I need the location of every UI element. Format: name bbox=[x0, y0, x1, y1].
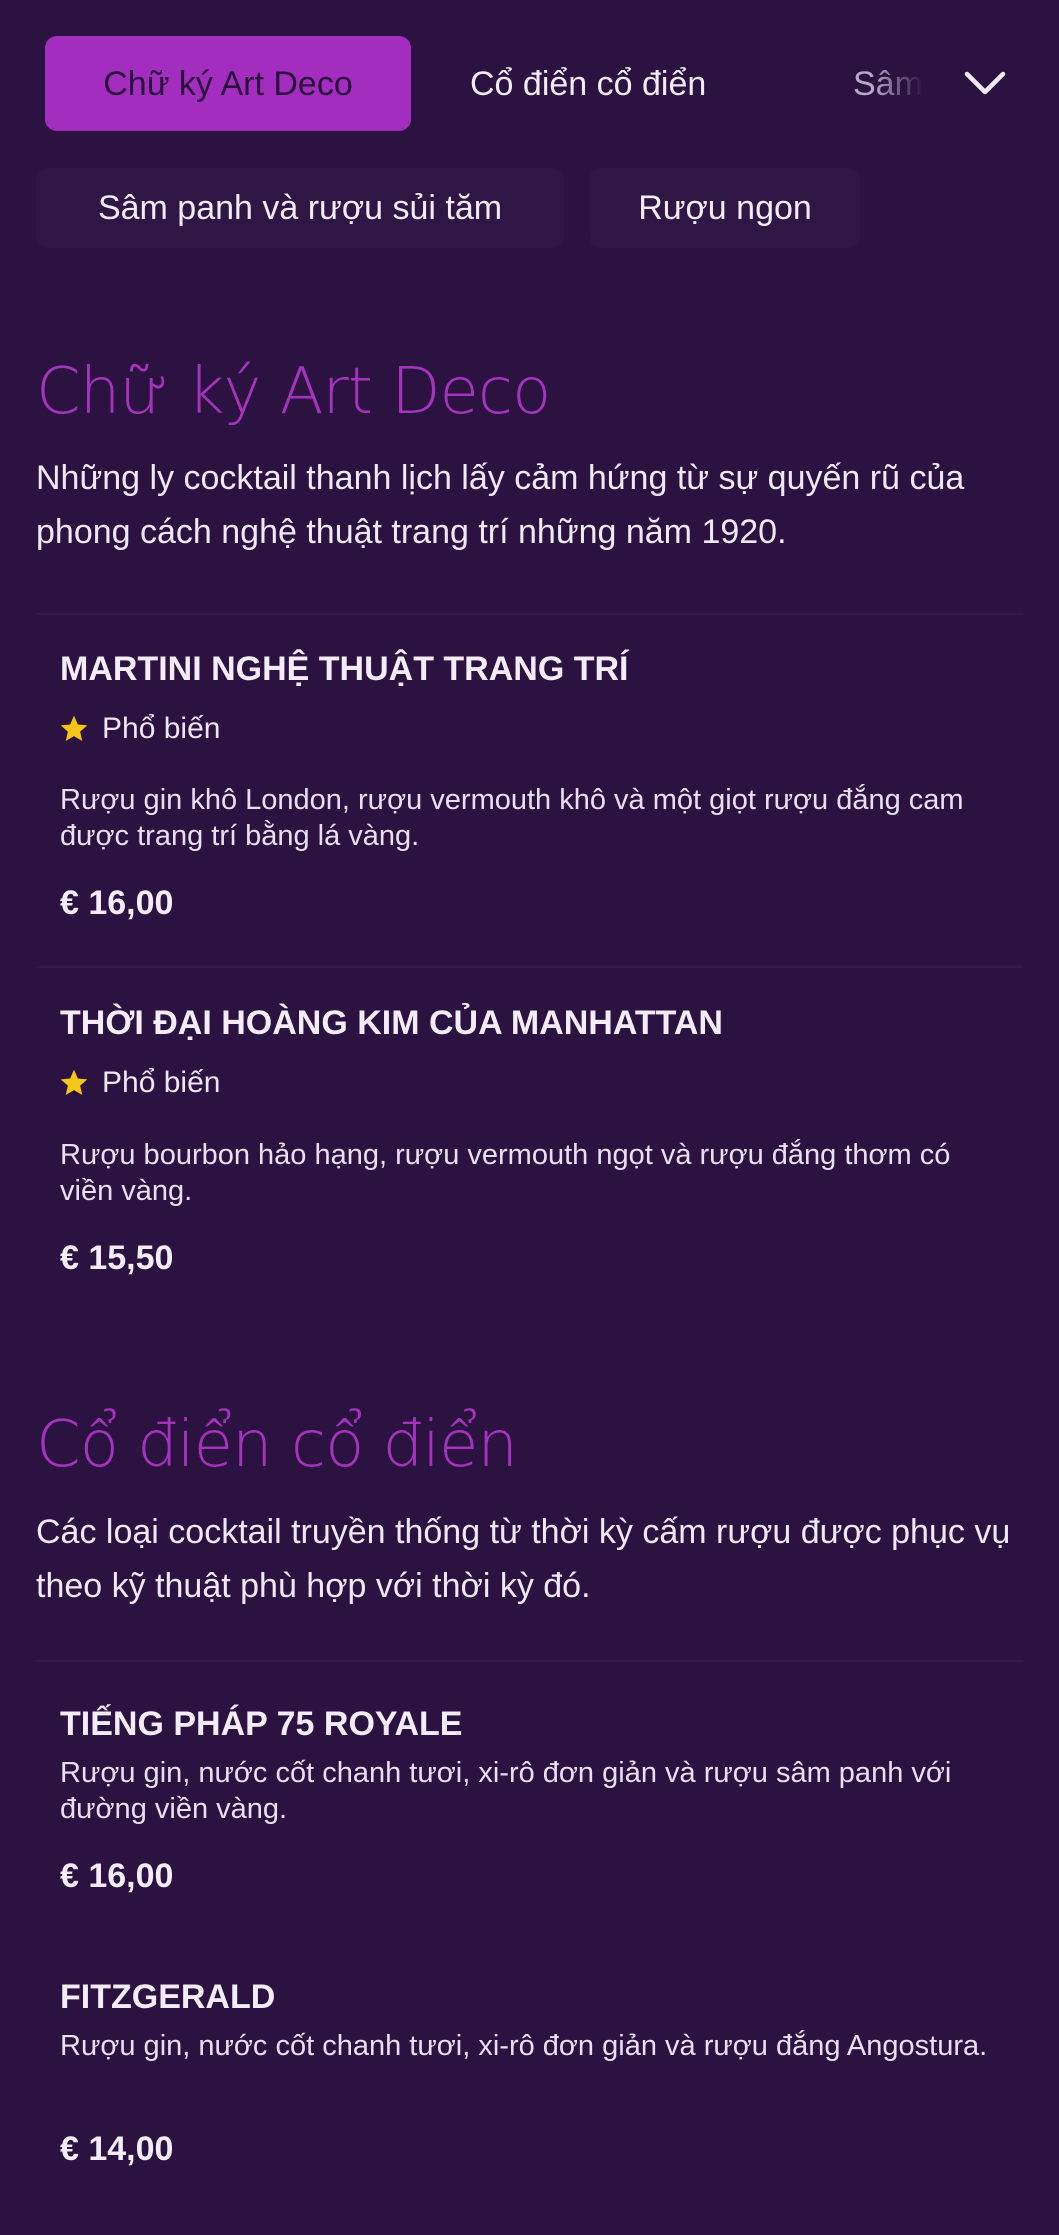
item-name: TIẾNG PHÁP 75 ROYALE bbox=[60, 1705, 463, 1743]
item-price: € 15,50 bbox=[60, 1239, 174, 1277]
divider bbox=[36, 613, 1023, 615]
popular-badge: Phổ biến bbox=[58, 1066, 220, 1100]
badge-label: Phổ biến bbox=[102, 1066, 221, 1099]
item-description: Rượu gin khô London, rượu vermouth khô v… bbox=[60, 784, 964, 852]
tab-fine-wine[interactable]: Rượu ngon bbox=[590, 168, 860, 248]
tab-label: Rượu ngon bbox=[638, 189, 812, 227]
item-price: € 14,00 bbox=[60, 2130, 174, 2168]
expand-tabs-button[interactable] bbox=[960, 58, 1010, 108]
item-price: € 16,00 bbox=[60, 1857, 174, 1895]
section-title: Chữ ký Art Deco bbox=[36, 355, 551, 429]
section-description: Các loại cocktail truyền thống từ thời k… bbox=[36, 1513, 1011, 1605]
star-icon bbox=[60, 1069, 88, 1095]
tab-champagne-sparkling[interactable]: Sâm panh và rượu sủi tăm bbox=[36, 168, 564, 248]
item-name: MARTINI NGHỆ THUẬT TRANG TRÍ bbox=[60, 650, 629, 688]
tab-classic-cocktails[interactable]: Cổ điển cổ điển bbox=[470, 36, 706, 131]
tab-champagne-partial[interactable]: Sâm bbox=[853, 36, 933, 131]
item-description: Rượu gin, nước cốt chanh tươi, xi-rô đơn… bbox=[60, 2030, 988, 2062]
item-description: Rượu gin, nước cốt chanh tươi, xi-rô đơn… bbox=[60, 1757, 952, 1825]
category-tabs: Chữ ký Art Deco Cổ điển cổ điển Sâm Sâm … bbox=[0, 0, 1059, 248]
item-price: € 16,00 bbox=[60, 884, 174, 922]
star-icon bbox=[60, 715, 88, 741]
tab-label: Chữ ký Art Deco bbox=[103, 64, 353, 103]
tab-art-deco-signatures[interactable]: Chữ ký Art Deco bbox=[45, 36, 411, 131]
item-name: FITZGERALD bbox=[60, 1978, 276, 2016]
popular-badge: Phổ biến bbox=[58, 712, 220, 746]
divider bbox=[36, 1660, 1023, 1662]
chevron-down-icon bbox=[964, 71, 1006, 95]
menu-page: Chữ ký Art Deco Cổ điển cổ điển Sâm Sâm … bbox=[0, 0, 1059, 2235]
section-description: Những ly cocktail thanh lịch lấy cảm hứn… bbox=[36, 459, 965, 551]
tab-label: Sâm panh và rượu sủi tăm bbox=[97, 189, 503, 227]
item-name: THỜI ĐẠI HOÀNG KIM CỦA MANHATTAN bbox=[60, 1004, 723, 1042]
item-description: Rượu bourbon hảo hạng, rượu vermouth ngọ… bbox=[60, 1139, 951, 1207]
tab-label: Cổ điển cổ điển bbox=[470, 64, 707, 103]
badge-label: Phổ biến bbox=[102, 712, 221, 745]
tab-label: Sâm bbox=[853, 64, 923, 103]
section-title: Cổ điển cổ điển bbox=[36, 1408, 518, 1482]
divider bbox=[36, 966, 1023, 968]
